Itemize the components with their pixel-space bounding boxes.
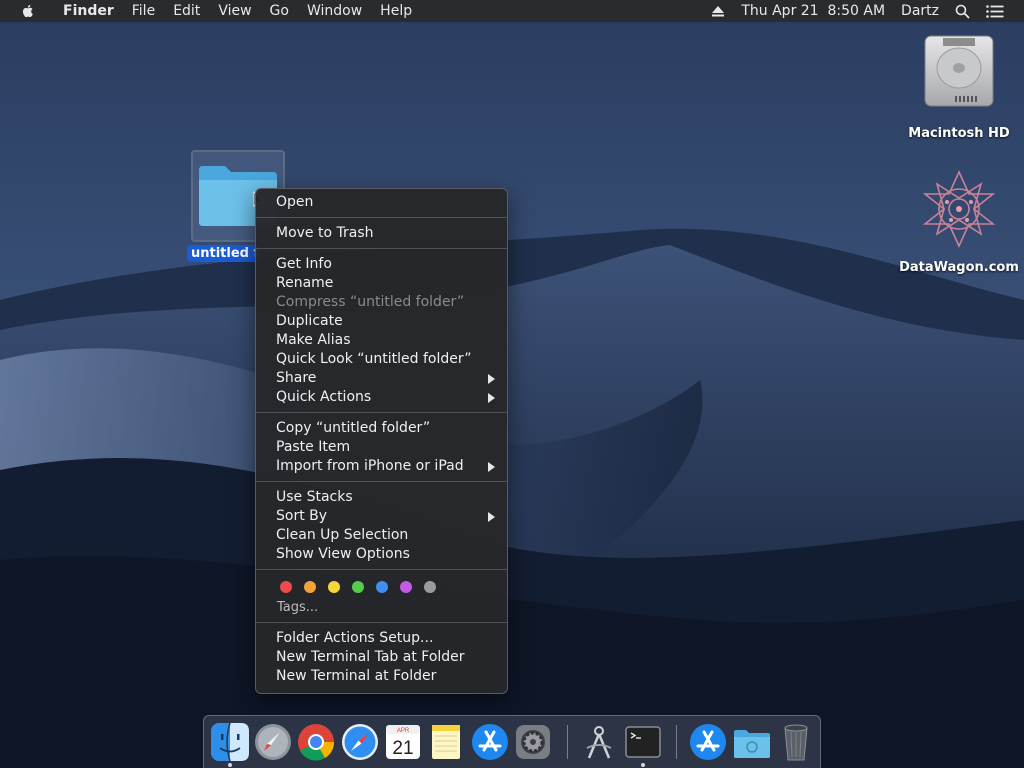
terminal-icon[interactable] (623, 722, 663, 762)
clock[interactable]: Thu Apr 21 8:50 AM (733, 0, 893, 22)
submenu-arrow-icon (488, 462, 495, 472)
tag-color-dot[interactable] (352, 581, 364, 593)
menu-file[interactable]: File (123, 0, 164, 22)
running-indicator (228, 763, 232, 767)
tag-color-dot[interactable] (400, 581, 412, 593)
menu-item-folder-actions-setup[interactable]: Folder Actions Setup... (256, 629, 507, 648)
menu-help[interactable]: Help (371, 0, 421, 22)
menu-separator (256, 217, 507, 218)
menu-item-sort-by-label: Sort By (276, 508, 328, 524)
menu-item-compress[interactable]: Compress “untitled folder” (256, 293, 507, 312)
desktop-icon-label: DataWagon.com (899, 260, 1019, 275)
submenu-arrow-icon (488, 374, 495, 384)
submenu-arrow-icon (488, 512, 495, 522)
menu-item-open[interactable]: Open (256, 193, 507, 212)
desktop-icon-datawagon[interactable]: DataWagon.com (899, 168, 1019, 275)
tag-color-dot[interactable] (280, 581, 292, 593)
instruments-icon[interactable] (579, 722, 619, 762)
tag-color-dot[interactable] (328, 581, 340, 593)
running-indicator (641, 763, 645, 767)
menu-app-finder[interactable]: Finder (54, 0, 123, 22)
dock-separator (567, 725, 568, 759)
menu-separator (256, 248, 507, 249)
dock-separator (676, 725, 677, 759)
menu-edit[interactable]: Edit (164, 0, 209, 22)
menu-item-duplicate[interactable]: Duplicate (256, 312, 507, 331)
spotlight-search-icon[interactable] (947, 4, 978, 19)
eject-icon[interactable] (703, 5, 733, 17)
menu-separator (256, 481, 507, 482)
menu-item-tags[interactable]: Tags... (256, 598, 507, 617)
calendar-month: APR (397, 728, 410, 734)
user-name[interactable]: Dartz (893, 0, 947, 22)
datawagon-logo-icon (922, 170, 996, 248)
tag-color-dot[interactable] (424, 581, 436, 593)
menu-separator (256, 412, 507, 413)
menu-item-clean-up[interactable]: Clean Up Selection (256, 526, 507, 545)
menu-item-move-to-trash[interactable]: Move to Trash (256, 224, 507, 243)
system-preferences-icon[interactable] (513, 722, 553, 762)
menu-go[interactable]: Go (261, 0, 298, 22)
dock: APR 21 (203, 715, 821, 768)
menu-item-quick-look[interactable]: Quick Look “untitled folder” (256, 350, 507, 369)
menu-view[interactable]: View (209, 0, 260, 22)
menu-item-share[interactable]: Share (256, 369, 507, 388)
menu-item-show-view-options[interactable]: Show View Options (256, 545, 507, 564)
menu-item-copy[interactable]: Copy “untitled folder” (256, 419, 507, 438)
menu-separator (256, 569, 507, 570)
menu-item-paste-item[interactable]: Paste Item (256, 438, 507, 457)
menu-bar: Finder File Edit View Go Window Help Thu… (0, 0, 1024, 22)
menu-item-import-iphone[interactable]: Import from iPhone or iPad (256, 457, 507, 476)
finder-icon[interactable] (210, 722, 250, 762)
tag-color-dot[interactable] (376, 581, 388, 593)
menu-item-new-terminal-tab[interactable]: New Terminal Tab at Folder (256, 648, 507, 667)
submenu-arrow-icon (488, 393, 495, 403)
apple-menu-icon[interactable] (20, 3, 36, 19)
menu-item-new-terminal[interactable]: New Terminal at Folder (256, 667, 507, 686)
menu-item-get-info[interactable]: Get Info (256, 255, 507, 274)
context-menu: Open Move to Trash Get Info Rename Compr… (255, 188, 508, 694)
menu-item-share-label: Share (276, 370, 317, 386)
app-store-downloads-icon[interactable] (688, 722, 728, 762)
chrome-icon[interactable] (296, 722, 336, 762)
tag-color-row (256, 576, 507, 598)
menu-separator (256, 622, 507, 623)
notes-icon[interactable] (426, 722, 466, 762)
menu-item-quick-actions[interactable]: Quick Actions (256, 388, 507, 407)
app-store-icon[interactable] (470, 722, 510, 762)
calendar-icon[interactable]: APR 21 (383, 722, 423, 762)
menu-item-rename[interactable]: Rename (256, 274, 507, 293)
trash-icon[interactable] (776, 722, 816, 762)
folder-label[interactable]: untitled folder (187, 245, 259, 262)
hard-drive-icon (924, 35, 994, 107)
menu-item-make-alias[interactable]: Make Alias (256, 331, 507, 350)
menu-item-sort-by[interactable]: Sort By (256, 507, 507, 526)
menu-item-use-stacks[interactable]: Use Stacks (256, 488, 507, 507)
menu-window[interactable]: Window (298, 0, 371, 22)
calendar-day: 21 (392, 738, 413, 759)
folder-stack-icon[interactable] (732, 722, 772, 762)
desktop-icon-macintosh-hd[interactable]: Macintosh HD (904, 30, 1014, 141)
desktop-wallpaper (0, 0, 1024, 768)
desktop-icon-label: Macintosh HD (908, 126, 1010, 141)
safari-icon[interactable] (340, 722, 380, 762)
menu-item-quick-actions-label: Quick Actions (276, 389, 372, 405)
tag-color-dot[interactable] (304, 581, 316, 593)
menu-item-import-iphone-label: Import from iPhone or iPad (276, 458, 464, 474)
launchpad-icon[interactable] (253, 722, 293, 762)
notification-center-icon[interactable] (978, 4, 1024, 18)
